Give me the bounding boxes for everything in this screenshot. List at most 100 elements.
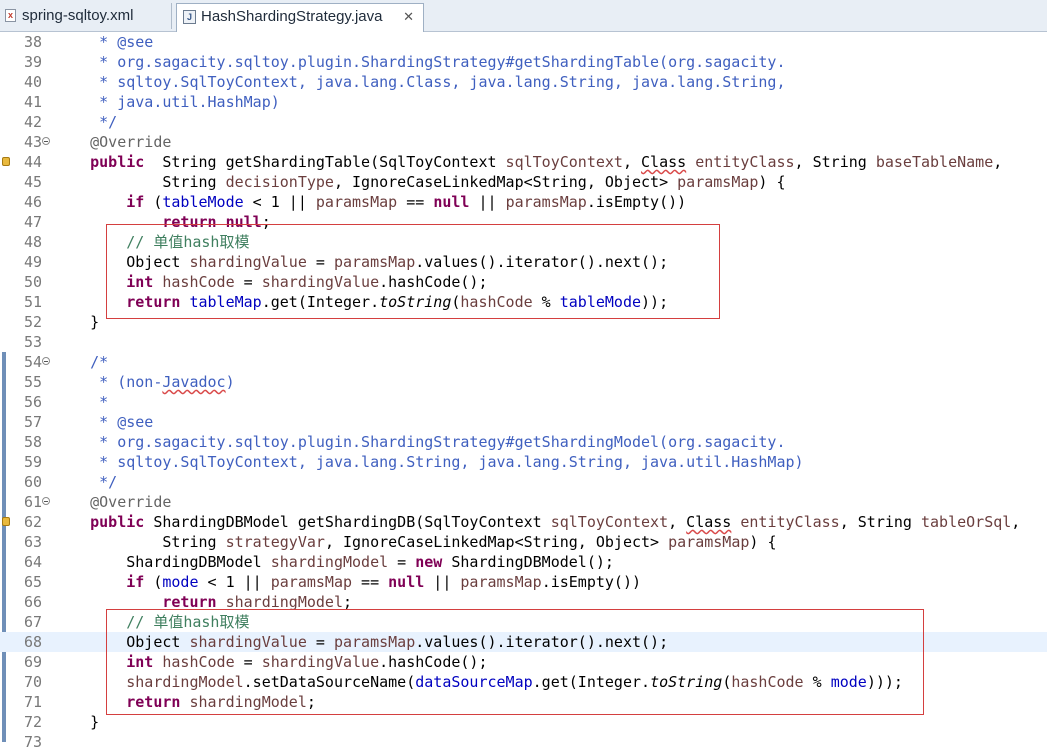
code-token: .isEmpty()) (541, 573, 642, 591)
code-token: null (388, 573, 425, 591)
code-text: String decisionType, IgnoreCaseLinkedMap… (54, 172, 785, 192)
code-token: .values().iterator().next(); (415, 253, 669, 271)
code-text: * java.util.HashMap) (54, 92, 280, 112)
code-text: * (54, 392, 108, 412)
code-token: = (234, 653, 262, 671)
code-token: int (54, 653, 154, 671)
code-line[interactable]: 69 int hashCode = shardingValue.hashCode… (0, 652, 1047, 672)
code-line[interactable]: 44 public String getShardingTable(SqlToy… (0, 152, 1047, 172)
code-token: return (54, 213, 217, 231)
code-line[interactable]: 38 * @see (0, 32, 1047, 52)
code-line[interactable]: 47 return null; (0, 212, 1047, 232)
code-editor[interactable]: 38 * @see 39 * org.sagacity.sqltoy.plugin… (0, 32, 1047, 751)
code-token: < 1 || (198, 573, 271, 591)
code-token: shardingModel (180, 693, 307, 711)
code-token: , String (839, 513, 921, 531)
code-line[interactable]: 55 * (non-Javadoc) (0, 372, 1047, 392)
line-number: 57 (23, 413, 42, 431)
line-number: 42 (23, 113, 42, 131)
code-token: String getShardingTable(SqlToyContext (144, 153, 506, 171)
code-text: * (non-Javadoc) (54, 372, 235, 392)
code-text: * sqltoy.SqlToyContext, java.lang.String… (54, 452, 803, 472)
tab-hash-sharding-strategy-java[interactable]: J HashShardingStrategy.java ✕ (176, 3, 424, 32)
code-text: // 单值hash取模 (54, 232, 249, 252)
code-text: if (tableMode < 1 || paramsMap == null |… (54, 192, 686, 212)
code-line[interactable]: 50 int hashCode = shardingValue.hashCode… (0, 272, 1047, 292)
code-line[interactable]: 54 /* (0, 352, 1047, 372)
code-line[interactable]: 40 * sqltoy.SqlToyContext, java.lang.Cla… (0, 72, 1047, 92)
code-token: paramsMap (460, 573, 542, 591)
line-number: 56 (23, 393, 42, 411)
code-token: @Override (54, 493, 172, 511)
code-text: } (54, 712, 99, 732)
code-line[interactable]: 52 } (0, 312, 1047, 332)
code-token: ; (261, 213, 271, 231)
line-number: 69 (23, 653, 42, 671)
line-number: 58 (23, 433, 42, 451)
code-token: decisionType (225, 173, 334, 191)
fold-toggle-icon[interactable] (42, 357, 50, 365)
code-line[interactable]: 46 if (tableMode < 1 || paramsMap == nul… (0, 192, 1047, 212)
fold-toggle-icon[interactable] (42, 137, 50, 145)
code-token: .values().iterator().next(); (415, 633, 669, 651)
code-line[interactable]: 64 ShardingDBModel shardingModel = new S… (0, 552, 1047, 572)
line-number: 72 (23, 713, 42, 731)
code-token: ) (225, 373, 235, 391)
code-token: shardingModel (270, 553, 389, 571)
code-line[interactable]: 39 * org.sagacity.sqltoy.plugin.Sharding… (0, 52, 1047, 72)
code-line[interactable]: 70 shardingModel.setDataSourceName(dataS… (0, 672, 1047, 692)
code-line[interactable]: 48 // 单值hash取模 (0, 232, 1047, 252)
line-number: 45 (23, 173, 42, 191)
fold-toggle-icon[interactable] (42, 497, 50, 505)
line-number: 39 (23, 53, 42, 71)
code-line[interactable]: 63 String strategyVar, IgnoreCaseLinkedM… (0, 532, 1047, 552)
code-line[interactable]: 57 * @see (0, 412, 1047, 432)
code-token: ( (144, 573, 163, 591)
code-token: entityClass (731, 513, 840, 531)
code-token: null (433, 193, 470, 211)
code-token: return (54, 693, 181, 711)
code-line[interactable]: 60 */ (0, 472, 1047, 492)
code-line[interactable]: 41 * java.util.HashMap) (0, 92, 1047, 112)
code-line[interactable]: 43 @Override (0, 132, 1047, 152)
code-line[interactable]: 68 Object shardingValue = paramsMap.valu… (0, 632, 1047, 652)
code-line[interactable]: 51 return tableMap.get(Integer.toString(… (0, 292, 1047, 312)
code-token: entityClass (686, 153, 795, 171)
code-token: * sqltoy.SqlToyContext, java.lang.Class,… (54, 73, 786, 91)
code-token: paramsMap (315, 193, 398, 211)
code-token: toString (650, 673, 723, 691)
code-token: )); (641, 293, 669, 311)
code-line[interactable]: 42 */ (0, 112, 1047, 132)
code-token: String (54, 173, 226, 191)
code-line[interactable]: 65 if (mode < 1 || paramsMap == null || … (0, 572, 1047, 592)
code-text: } (54, 312, 99, 332)
code-line[interactable]: 66 return shardingModel; (0, 592, 1047, 612)
editor-tab-bar: x spring-sqltoy.xml J HashShardingStrate… (0, 0, 1047, 32)
code-token: String (54, 533, 226, 551)
close-tab-icon[interactable]: ✕ (403, 4, 414, 29)
code-line[interactable]: 49 Object shardingValue = paramsMap.valu… (0, 252, 1047, 272)
code-line[interactable]: 73 (0, 732, 1047, 752)
code-text: return null; (54, 212, 271, 232)
code-token: } (54, 313, 100, 331)
code-token: ShardingDBModel getShardingDB(SqlToyCont… (144, 513, 551, 531)
code-text: if (mode < 1 || paramsMap == null || par… (54, 572, 641, 592)
code-line[interactable]: 67 // 单值hash取模 (0, 612, 1047, 632)
code-line[interactable]: 53 (0, 332, 1047, 352)
tab-spring-sqltoy-xml[interactable]: x spring-sqltoy.xml (0, 3, 172, 29)
code-token: public (54, 513, 145, 531)
code-line[interactable]: 62 public ShardingDBModel getShardingDB(… (0, 512, 1047, 532)
code-token: == (352, 573, 389, 591)
code-line[interactable]: 71 return shardingModel; (0, 692, 1047, 712)
code-line[interactable]: 56 * (0, 392, 1047, 412)
code-line[interactable]: 58 * org.sagacity.sqltoy.plugin.Sharding… (0, 432, 1047, 452)
code-line[interactable]: 72 } (0, 712, 1047, 732)
code-line[interactable]: 59 * sqltoy.SqlToyContext, java.lang.Str… (0, 452, 1047, 472)
code-line[interactable]: 61 @Override (0, 492, 1047, 512)
code-token: tableOrSql (920, 513, 1012, 531)
code-token: .hashCode(); (379, 653, 488, 671)
code-token: Object (54, 253, 190, 271)
code-token: * (non- (54, 373, 163, 391)
code-line[interactable]: 45 String decisionType, IgnoreCaseLinked… (0, 172, 1047, 192)
code-token: tableMap (189, 293, 262, 311)
